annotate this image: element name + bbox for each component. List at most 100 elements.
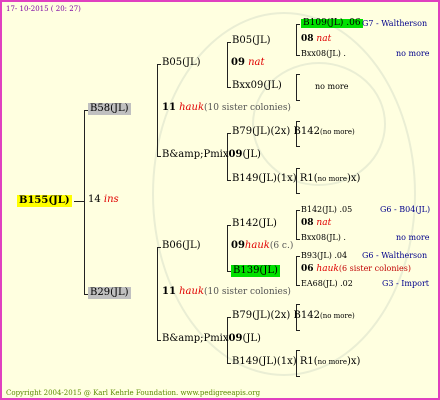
connector	[296, 24, 300, 25]
gen4-e2-year: 08	[301, 218, 314, 228]
gen4-b1-source: no more	[315, 82, 349, 91]
copyright-footer: Copyright 2004-2015 @ Karl Kehrle Founda…	[6, 389, 261, 397]
connector	[296, 304, 300, 305]
gen3-h-id: B149(JL)(1x) R1(	[232, 356, 318, 367]
gen2-u2-suffix: (JL)	[242, 149, 261, 160]
gen4-e3-id[interactable]: Bxx08(JL) .	[301, 234, 346, 242]
gen3-c-id: B79(JL)(2x) B142	[232, 126, 320, 137]
connector	[227, 225, 231, 226]
connector	[227, 225, 228, 271]
connector	[296, 350, 300, 351]
gen2-u1-id[interactable]: B05(JL)	[162, 58, 201, 68]
connector	[296, 239, 300, 240]
connector	[227, 87, 231, 88]
connector	[296, 146, 300, 147]
gen2-l2-id: B&amp;Pmix	[162, 333, 229, 344]
gen4-f2-note: (6 sister colonies)	[338, 264, 412, 273]
gen4-e2-breed: nat	[316, 218, 332, 228]
connector	[296, 210, 300, 211]
gen2-u1-breed: nat	[248, 57, 265, 68]
root-year: 14	[88, 194, 101, 205]
gen2-u2[interactable]: B&amp;Pmix09(JL)	[162, 150, 261, 160]
connector	[296, 74, 300, 75]
gen3-g-tag: (no more)	[319, 312, 355, 320]
gen2-l1-info: 09hauk(6 c.)	[231, 241, 293, 251]
connector	[157, 64, 158, 156]
dam-note: (10 sister colonies)	[204, 287, 291, 297]
gen3-h[interactable]: B149(JL)(1x) R1(no more)x)	[232, 357, 360, 367]
pedigree-chart: 17- 10-2015 ( 20: 27) Copyright 2004-201…	[0, 0, 440, 400]
gen4-f1-id[interactable]: B93(JL) .04	[301, 252, 347, 260]
connector	[296, 100, 300, 101]
gen4-f3-source: G3 - Import	[382, 279, 429, 288]
gen3-f-id[interactable]: B139(JL)	[231, 265, 280, 277]
connector	[296, 256, 300, 257]
dam-queen-id[interactable]: B29(JL)	[88, 287, 131, 299]
connector	[296, 256, 297, 285]
connector	[227, 133, 231, 134]
connector	[296, 210, 297, 239]
connector	[157, 156, 161, 157]
connector	[157, 64, 161, 65]
gen4-a3-id[interactable]: Bxx08(JL) .	[301, 50, 346, 58]
connector	[157, 340, 161, 341]
gen3-g[interactable]: B79(JL)(2x) B142(no more)	[232, 311, 355, 321]
gen2-u2-id: B&amp;Pmix	[162, 149, 229, 160]
gen3-d-end: )x)	[346, 173, 361, 184]
gen3-d[interactable]: B149(JL)(1x) R1(no more)x)	[232, 174, 360, 184]
connector	[74, 201, 84, 202]
connector	[157, 247, 158, 340]
connector	[296, 285, 300, 286]
dam-year: 11	[162, 286, 176, 297]
gen4-e1-source: G6 - B04(JL)	[380, 205, 431, 214]
dam-info: 11 hauk(10 sister colonies)	[162, 287, 291, 297]
connector	[296, 121, 300, 122]
sire-year: 11	[162, 102, 176, 113]
gen2-u1-info: 09 nat	[231, 58, 265, 68]
gen4-f3-id[interactable]: EA68(JL) .02	[301, 280, 353, 288]
gen2-l2-suffix: (JL)	[242, 333, 261, 344]
connector	[227, 363, 231, 364]
gen4-f2: 06 hauk(6 sister colonies)	[301, 265, 411, 274]
root-queen-id[interactable]: B155(JL)	[17, 195, 72, 207]
date-stamp: 17- 10-2015 ( 20: 27)	[6, 5, 81, 13]
gen2-u2-year: 09	[228, 149, 243, 160]
gen3-a-id[interactable]: B05(JL)	[232, 36, 271, 46]
gen4-e1-id[interactable]: B142(JL) .05	[301, 206, 352, 214]
gen3-d-tag: no more	[317, 175, 347, 183]
connector	[296, 55, 300, 56]
sire-info: 11 hauk(10 sister colonies)	[162, 103, 291, 113]
connector	[296, 193, 300, 194]
gen2-l2[interactable]: B&amp;Pmix09(JL)	[162, 334, 261, 344]
gen2-l1-note: (6 c.)	[269, 241, 294, 251]
connector	[296, 376, 300, 377]
connector	[84, 110, 85, 294]
connector	[227, 42, 228, 87]
gen3-h-end: )x)	[346, 356, 361, 367]
connector	[296, 74, 297, 100]
gen2-l1-year: 09	[231, 240, 245, 251]
dam-breed: hauk	[179, 286, 205, 297]
gen4-a1-source: G7 - Waltherson	[362, 19, 428, 28]
gen4-a1-id[interactable]: B109(JL) .06	[301, 19, 363, 28]
sire-queen-id[interactable]: B58(JL)	[88, 103, 131, 115]
sire-breed: hauk	[179, 102, 205, 113]
gen4-e3-source: no more	[396, 233, 430, 242]
connector	[157, 247, 161, 248]
gen2-l2-year: 09	[228, 333, 243, 344]
gen4-f2-year: 06	[301, 264, 314, 274]
gen3-c[interactable]: B79(JL)(2x) B142(no more)	[232, 127, 355, 137]
gen4-f1-source: G6 - Waltherson	[362, 251, 428, 260]
gen2-l1-id[interactable]: B06(JL)	[162, 241, 201, 251]
connector	[227, 42, 231, 43]
gen3-d-id: B149(JL)(1x) R1(	[232, 173, 318, 184]
gen4-a2-breed: nat	[316, 34, 332, 44]
connector	[227, 317, 231, 318]
gen4-f2-breed: hauk	[316, 264, 339, 274]
connector	[296, 168, 300, 169]
gen4-a3-source: no more	[396, 49, 430, 58]
gen3-b-id[interactable]: Bxx09(JL)	[232, 81, 282, 91]
gen3-e-id[interactable]: B142(JL)	[232, 219, 277, 229]
root-breed: ins	[103, 194, 119, 205]
gen4-a2: 08 nat	[301, 35, 331, 44]
